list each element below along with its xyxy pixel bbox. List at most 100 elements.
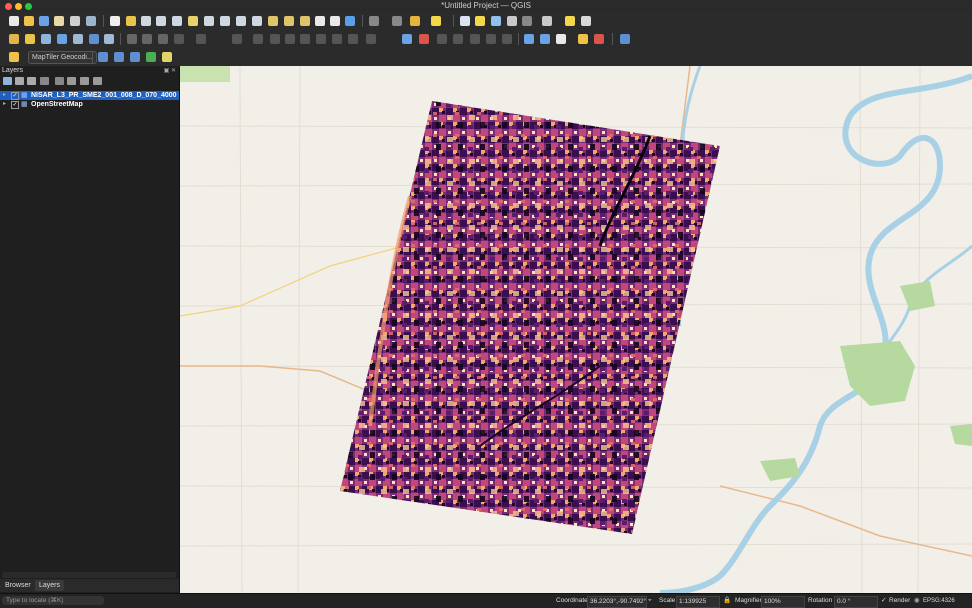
html-export-icon[interactable]	[130, 52, 140, 62]
zoom-next-icon[interactable]	[252, 16, 262, 26]
save-edits-icon[interactable]	[41, 34, 51, 44]
statistics-icon[interactable]	[522, 16, 532, 26]
manage-visibility-icon[interactable]	[27, 77, 36, 85]
shape-digitizing-icon[interactable]	[270, 34, 280, 44]
lightning-icon[interactable]	[9, 52, 19, 62]
identify-tools-icon[interactable]	[369, 16, 379, 26]
pin-labels-icon[interactable]	[437, 34, 447, 44]
filter-by-expression-icon[interactable]	[55, 77, 64, 85]
snapping-icon[interactable]	[285, 34, 295, 44]
merge-features-icon[interactable]	[332, 34, 342, 44]
geocoder-button[interactable]: MapTiler Geocodi...	[28, 51, 97, 64]
new-map-view-icon[interactable]	[268, 16, 278, 26]
select-features-icon[interactable]	[392, 16, 402, 26]
select-by-value-icon[interactable]	[410, 16, 420, 26]
digitize-icon[interactable]	[57, 34, 67, 44]
crosshair-icon[interactable]: ⌖	[648, 596, 652, 606]
highlight-labels-icon[interactable]	[419, 34, 429, 44]
horizontal-scrollbar[interactable]	[2, 572, 176, 578]
open-layer-styling-icon[interactable]	[3, 77, 12, 85]
panel-float-close-controls[interactable]: ▣ ✕	[164, 67, 176, 74]
layer-item-openstreetmap[interactable]: ▸ ✓ ▦ OpenStreetMap	[0, 100, 179, 109]
undo-icon[interactable]	[174, 34, 184, 44]
zoom-in-icon[interactable]	[141, 16, 151, 26]
rotate-label-icon[interactable]	[486, 34, 496, 44]
data-source-manager-icon[interactable]	[620, 34, 630, 44]
advanced-digitizing-icon[interactable]	[253, 34, 263, 44]
coordinate-field[interactable]: 36.2203°,-90.7492°	[587, 596, 647, 608]
label-toolbar-icon[interactable]	[402, 34, 412, 44]
split-features-icon[interactable]	[316, 34, 326, 44]
crs-button[interactable]: EPSG:4326	[923, 596, 955, 606]
temporal-controller-icon[interactable]	[330, 16, 340, 26]
kml-export-icon[interactable]	[114, 52, 124, 62]
tab-browser[interactable]: Browser	[1, 580, 35, 591]
copy-features-icon[interactable]	[142, 34, 152, 44]
zoom-last-icon[interactable]	[236, 16, 246, 26]
new-print-layout-icon[interactable]	[54, 16, 64, 26]
magnifier-field[interactable]: 100%	[761, 596, 805, 608]
locator-search-input[interactable]: Type to locate (⌘K)	[2, 596, 104, 605]
style-manager-icon[interactable]	[86, 16, 96, 26]
expand-arrow-icon[interactable]: ▸	[3, 91, 6, 100]
grid-tool-icon[interactable]	[146, 52, 156, 62]
layer-visibility-checkbox[interactable]: ✓	[11, 92, 19, 100]
paste-features-icon[interactable]	[158, 34, 168, 44]
add-feature-icon[interactable]	[73, 34, 83, 44]
scale-field[interactable]: 1:139925	[676, 596, 720, 608]
action-icon[interactable]	[475, 16, 485, 26]
save-project-icon[interactable]	[39, 16, 49, 26]
pan-to-selection-icon[interactable]	[126, 16, 136, 26]
change-label-icon[interactable]	[502, 34, 512, 44]
layer-visibility-checkbox[interactable]: ✓	[11, 101, 19, 109]
layout-manager-icon[interactable]	[70, 16, 80, 26]
expand-arrow-icon[interactable]: ▸	[3, 100, 6, 109]
crs-icon[interactable]: ◉	[914, 596, 920, 606]
map-canvas[interactable]	[180, 66, 972, 593]
open-project-icon[interactable]	[24, 16, 34, 26]
lock-scale-icon[interactable]: 🔒	[723, 596, 731, 606]
plugin-icon[interactable]	[594, 34, 604, 44]
tab-layers[interactable]: Layers	[35, 580, 65, 591]
zoom-out-icon[interactable]	[156, 16, 166, 26]
label-tool-icon[interactable]	[366, 34, 376, 44]
map-tips-icon[interactable]	[565, 16, 575, 26]
pan-map-icon[interactable]	[110, 16, 120, 26]
zoom-full-icon[interactable]	[172, 16, 182, 26]
rotation-field[interactable]: 0.0 °	[834, 596, 878, 608]
zoom-menu-icon[interactable]	[581, 16, 591, 26]
refresh-icon[interactable]	[345, 16, 355, 26]
move-label-icon[interactable]	[470, 34, 480, 44]
web-service-icon[interactable]	[524, 34, 534, 44]
zoom-to-layer-icon[interactable]	[204, 16, 214, 26]
bookmark-icon[interactable]	[300, 16, 310, 26]
deselect-icon[interactable]	[431, 16, 441, 26]
show-bookmarks-icon[interactable]	[315, 16, 325, 26]
processing-icon[interactable]	[556, 34, 566, 44]
tracing-icon[interactable]	[300, 34, 310, 44]
measure-line-icon[interactable]	[542, 16, 552, 26]
remove-layer-icon[interactable]	[93, 77, 102, 85]
attribute-table-icon[interactable]	[507, 16, 517, 26]
redo-icon[interactable]	[196, 34, 206, 44]
add-group-icon[interactable]	[15, 77, 24, 85]
kml-import-icon[interactable]	[98, 52, 108, 62]
delete-selected-icon[interactable]	[104, 34, 114, 44]
layer-item-nisar[interactable]: ▸ ✓ ▦ NISAR_L3_PR_SME2_001_008_D_070_400…	[0, 91, 179, 100]
cut-features-icon[interactable]	[127, 34, 137, 44]
globe-icon[interactable]	[540, 34, 550, 44]
render-checkbox[interactable]: ✓	[881, 596, 886, 606]
zoom-to-selection-icon[interactable]	[188, 16, 198, 26]
new-3d-map-view-icon[interactable]	[284, 16, 294, 26]
current-edits-icon[interactable]	[9, 34, 19, 44]
python-console-icon[interactable]	[578, 34, 588, 44]
toggle-editing-icon[interactable]	[25, 34, 35, 44]
zoom-native-icon[interactable]	[220, 16, 230, 26]
digitizing-options-icon[interactable]	[232, 34, 242, 44]
identify-icon[interactable]	[460, 16, 470, 26]
settings-gear-icon[interactable]	[491, 16, 501, 26]
rotate-features-icon[interactable]	[348, 34, 358, 44]
layer-export-icon[interactable]	[162, 52, 172, 62]
new-project-icon[interactable]	[9, 16, 19, 26]
collapse-all-icon[interactable]	[80, 77, 89, 85]
